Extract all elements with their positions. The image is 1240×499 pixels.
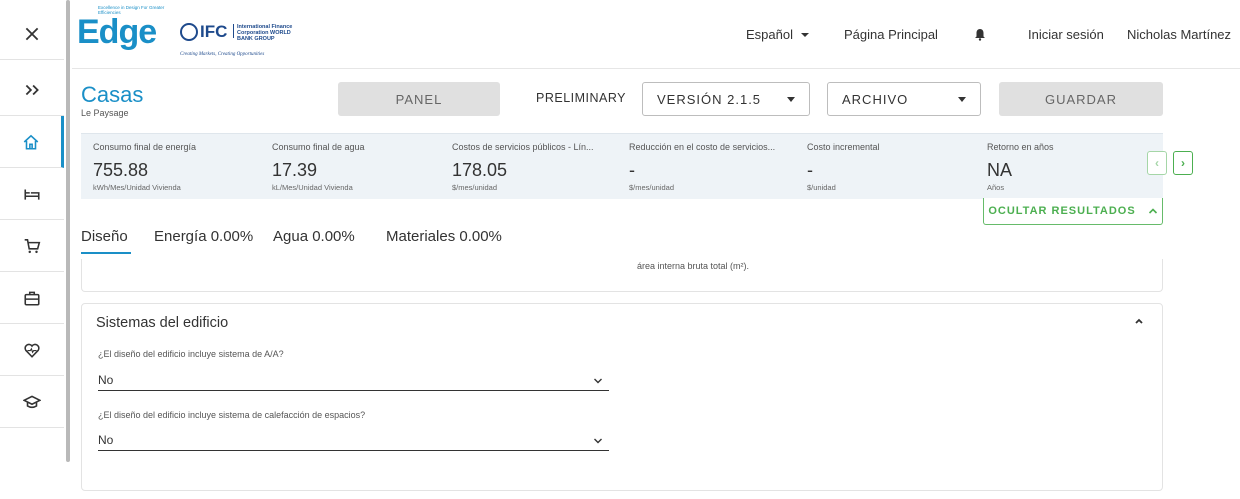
metric-unit: $/mes/unidad — [452, 183, 498, 192]
globe-icon — [180, 23, 198, 41]
tab-water[interactable]: Agua 0.00% — [273, 228, 355, 245]
metric-label: Costo incremental — [807, 142, 880, 152]
bell-icon — [975, 29, 985, 41]
close-icon — [25, 27, 39, 40]
language-label: Español — [746, 27, 793, 42]
language-selector[interactable]: Español — [746, 0, 809, 69]
home-link-label: Página Principal — [844, 27, 938, 42]
close-button[interactable] — [0, 8, 64, 60]
edge-logo-word: Edge — [77, 13, 157, 51]
ifc-logo-name: International Finance Corporation WORLD … — [237, 24, 293, 42]
ac-system-question: ¿El diseño del edificio incluye sistema … — [98, 349, 284, 359]
ifc-logo: IFC International Finance Corporation WO… — [180, 22, 310, 57]
file-menu-value: ARCHIVO — [842, 91, 909, 107]
file-menu-select[interactable]: ARCHIVO — [827, 82, 981, 116]
sidebar-item-health[interactable] — [0, 324, 64, 376]
chevron-up-icon — [1148, 208, 1157, 214]
metric-unit: kL/Mes/Unidad Vivienda — [272, 183, 353, 192]
active-tab-indicator — [81, 252, 131, 254]
metric-value: - — [629, 160, 635, 180]
metric-label: Retorno en años — [987, 142, 1054, 152]
metric-unit: $/unidad — [807, 183, 836, 192]
metric-value: 755.88 — [93, 160, 149, 180]
user-name: Nicholas Martínez — [1127, 27, 1232, 42]
sidebar-item-cart[interactable] — [0, 220, 64, 272]
next-results-button[interactable]: › — [1173, 151, 1193, 175]
chevron-right-icon: › — [1181, 156, 1185, 170]
metric-unit: Años — [987, 183, 1005, 192]
metric-label: Consumo final de agua — [272, 142, 365, 152]
bed-icon — [24, 189, 40, 200]
version-value: VERSIÓN 2.1.5 — [657, 91, 762, 107]
notifications-button[interactable] — [974, 0, 986, 69]
building-systems-section: Sistemas del edificio ¿El diseño del edi… — [81, 303, 1163, 491]
expand-sidebar-button[interactable] — [0, 64, 64, 116]
version-select[interactable]: VERSIÓN 2.1.5 — [642, 82, 810, 116]
hide-results-button[interactable]: OCULTAR RESULTADOS — [983, 198, 1163, 225]
cart-icon — [24, 238, 41, 253]
sidebar-item-rooms[interactable] — [0, 168, 64, 220]
login-label: Iniciar sesión — [1028, 27, 1104, 42]
panel-button[interactable]: PANEL — [338, 82, 500, 116]
tab-energy[interactable]: Energía 0.00% — [154, 228, 253, 245]
metric-value: 17.39 — [272, 160, 318, 180]
sidebar-item-briefcase[interactable] — [0, 272, 64, 324]
previous-section-card: área interna bruta total (m²). — [81, 259, 1163, 292]
chevron-left-icon: ‹ — [1155, 156, 1159, 170]
hide-results-label: OCULTAR RESULTADOS — [988, 205, 1136, 217]
metric-value: NA — [987, 160, 1013, 180]
top-bar: Excellence in Design For Greater Efficie… — [72, 0, 1240, 69]
tab-materials[interactable]: Materiales 0.00% — [386, 228, 502, 245]
ifc-logo-text: IFC — [200, 22, 228, 41]
caret-down-icon — [958, 97, 966, 102]
chevron-down-icon — [594, 438, 602, 444]
partial-text: área interna bruta total (m²). — [637, 261, 750, 271]
briefcase-icon — [24, 291, 40, 306]
caret-down-icon — [787, 97, 795, 102]
sidebar-scrollbar[interactable] — [66, 0, 70, 462]
home-link[interactable]: Página Principal — [844, 0, 938, 69]
graduation-cap-icon — [23, 394, 41, 408]
collapse-section-button[interactable] — [1134, 316, 1144, 326]
ac-system-value: No — [98, 373, 114, 387]
status-label: PRELIMINARY — [536, 91, 627, 105]
chevron-down-icon — [594, 378, 602, 384]
previous-results-button[interactable]: ‹ — [1147, 151, 1167, 175]
heating-system-select[interactable]: No — [98, 431, 609, 451]
metric-value: 178.05 — [452, 160, 508, 180]
metric-unit: $/mes/unidad — [629, 183, 675, 192]
double-chevron-right-icon — [25, 84, 39, 95]
ifc-logo-tagline: Creating Markets, Creating Opportunities — [180, 52, 265, 57]
sidebar-item-education[interactable] — [0, 376, 64, 428]
save-button[interactable]: GUARDAR — [999, 82, 1163, 116]
metric-unit: kWh/Mes/Unidad Vivienda — [93, 183, 181, 192]
heart-icon — [24, 343, 40, 358]
sidebar-item-home[interactable] — [0, 116, 64, 168]
project-subtitle: Le Paysage — [81, 108, 129, 118]
edge-logo[interactable]: Excellence in Design For Greater Efficie… — [77, 5, 167, 55]
metric-value: - — [807, 160, 813, 180]
home-icon — [23, 134, 38, 150]
login-link[interactable]: Iniciar sesión — [1028, 0, 1104, 69]
user-menu[interactable]: Nicholas Martínez — [1127, 0, 1231, 69]
tab-design[interactable]: Diseño — [81, 228, 128, 245]
ac-system-select[interactable]: No — [98, 371, 609, 391]
section-title: Sistemas del edificio — [96, 315, 229, 331]
metric-label: Consumo final de energía — [93, 142, 197, 152]
heating-system-value: No — [98, 433, 114, 447]
metric-label: Costos de servicios públicos - Lín... — [452, 142, 594, 152]
project-title: Casas — [81, 82, 144, 107]
heating-system-question: ¿El diseño del edificio incluye sistema … — [98, 410, 366, 420]
sidebar — [0, 0, 64, 499]
caret-down-icon — [800, 32, 809, 37]
results-summary: Consumo final de energía 755.88 kWh/Mes/… — [81, 133, 1163, 199]
ifc-logo-divider — [233, 24, 234, 38]
metric-label: Reducción en el costo de servicios... — [629, 142, 776, 152]
